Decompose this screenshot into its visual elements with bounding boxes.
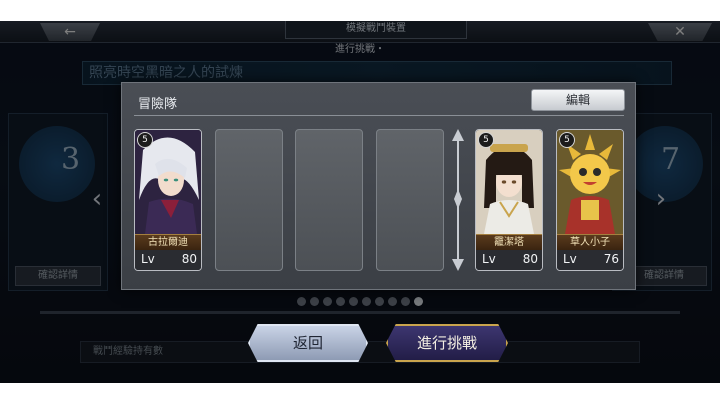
level-value: 80 <box>181 252 197 266</box>
divider <box>134 115 624 116</box>
game-screen: ← 模擬戰鬥裝置 ✕ 進行挑戰・ 照亮時空黑暗之人的試煉 3 確認詳情 7 確認… <box>0 21 720 383</box>
rank-badge: 5 <box>559 132 575 148</box>
party-card-empty-4[interactable] <box>376 129 444 271</box>
level-row: Lv 80 <box>476 250 542 270</box>
party-modal: 冒險隊 編輯 5 古拉爾迪 Lv 80 5 龗潔塔 Lv 80 5 草人小子 L… <box>121 82 636 290</box>
swap-arrow-icon <box>452 129 464 271</box>
level-label: Lv <box>563 252 577 266</box>
level-row: Lv 76 <box>557 250 623 270</box>
level-value: 76 <box>603 252 619 266</box>
rank-badge: 5 <box>137 132 153 148</box>
character-name: 龗潔塔 <box>476 234 542 250</box>
party-card-support-2[interactable]: 5 草人小子 Lv 76 <box>556 129 624 271</box>
level-label: Lv <box>482 252 496 266</box>
party-card-support-1[interactable]: 5 龗潔塔 Lv 80 <box>475 129 543 271</box>
level-row: Lv 80 <box>135 250 201 270</box>
party-card-1[interactable]: 5 古拉爾迪 Lv 80 <box>134 129 202 271</box>
rank-badge: 5 <box>478 132 494 148</box>
character-name: 草人小子 <box>557 234 623 250</box>
back-button[interactable]: 返回 <box>248 324 368 362</box>
character-name: 古拉爾迪 <box>135 234 201 250</box>
modal-title: 冒險隊 <box>138 97 178 112</box>
party-card-empty-3[interactable] <box>295 129 363 271</box>
level-value: 80 <box>522 252 538 266</box>
level-label: Lv <box>141 252 155 266</box>
edit-button[interactable]: 編輯 <box>531 89 625 111</box>
start-challenge-button[interactable]: 進行挑戰 <box>386 324 508 362</box>
party-card-empty-2[interactable] <box>215 129 283 271</box>
